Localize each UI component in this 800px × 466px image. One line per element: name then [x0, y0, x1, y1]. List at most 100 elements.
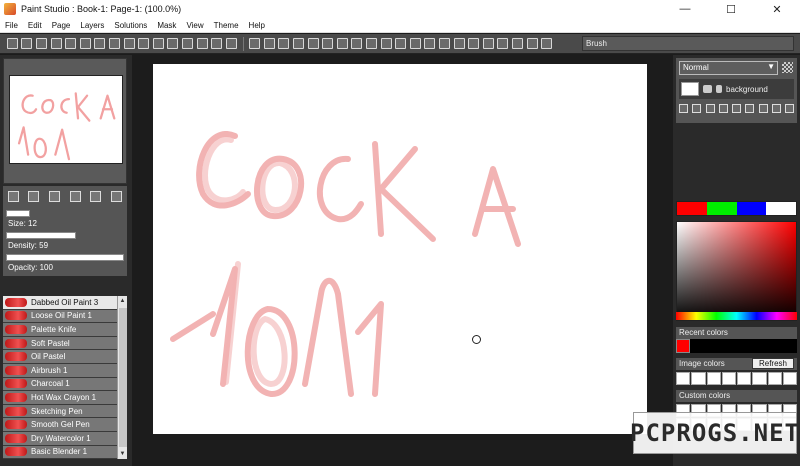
line-tool-icon[interactable] — [307, 38, 319, 49]
brush-list-item[interactable]: Hot Wax Crayon 1 — [3, 391, 117, 405]
navigator-preview[interactable] — [9, 75, 123, 164]
brush-list-item[interactable]: Dry Watercolor 1 — [3, 431, 117, 446]
copy-icon[interactable] — [138, 38, 150, 49]
menu-view[interactable]: View — [181, 21, 208, 30]
menu-solutions[interactable]: Solutions — [109, 21, 152, 30]
color-cell[interactable] — [706, 372, 721, 385]
brush-list-item[interactable]: Oil Pastel — [3, 350, 117, 364]
brush-save-icon[interactable] — [69, 190, 81, 202]
minimize-button[interactable]: — — [662, 0, 708, 18]
brush-list-item[interactable]: Dabbed Oil Paint 3 — [3, 296, 117, 310]
clone-icon[interactable] — [439, 38, 451, 49]
recent-color-swatch[interactable] — [676, 339, 690, 353]
save-icon[interactable] — [6, 38, 18, 49]
paste-icon[interactable] — [152, 38, 164, 49]
hue-slider[interactable] — [676, 312, 797, 320]
gradient-icon[interactable] — [380, 38, 392, 49]
menu-file[interactable]: File — [0, 21, 23, 30]
blur-icon[interactable] — [468, 38, 480, 49]
brush-list-item[interactable]: Charcoal 1 — [3, 377, 117, 392]
drawing-canvas[interactable] — [153, 64, 647, 434]
redo-icon[interactable] — [181, 38, 193, 49]
lasso-icon[interactable] — [322, 38, 334, 49]
delete-layer-icon[interactable] — [732, 104, 741, 113]
smudge-icon[interactable] — [453, 38, 465, 49]
move-icon[interactable] — [293, 38, 305, 49]
brush-key-icon[interactable] — [49, 190, 61, 202]
scroll-up-icon[interactable]: ▲ — [118, 296, 127, 306]
print-icon[interactable] — [94, 38, 106, 49]
text-icon[interactable] — [497, 38, 509, 49]
copy-layer-icon[interactable] — [705, 104, 715, 113]
color-cell[interactable] — [721, 372, 736, 385]
size-slider[interactable] — [6, 210, 30, 217]
new-page-icon[interactable] — [35, 38, 47, 49]
brush-refresh-icon[interactable] — [28, 190, 40, 202]
refresh-button[interactable]: Refresh — [752, 358, 794, 369]
export-icon[interactable] — [65, 38, 77, 49]
menu-theme[interactable]: Theme — [209, 21, 244, 30]
brush-preset-icon[interactable] — [108, 38, 120, 49]
color-swatch[interactable] — [736, 202, 767, 215]
close-button[interactable]: ✕ — [754, 0, 800, 18]
open-page-icon[interactable] — [50, 38, 62, 49]
density-slider[interactable] — [6, 232, 76, 239]
menu-edit[interactable]: Edit — [23, 21, 47, 30]
cut-icon[interactable] — [123, 38, 135, 49]
menu-page[interactable]: Page — [47, 21, 76, 30]
brush-settings-icon[interactable] — [111, 190, 123, 202]
opacity-slider[interactable] — [6, 254, 124, 261]
sharpen-icon[interactable] — [482, 38, 494, 49]
layer-row[interactable]: background — [679, 79, 794, 99]
brush-list-item[interactable]: Loose Oil Paint 1 — [3, 309, 117, 324]
visibility-eye-icon[interactable] — [703, 85, 712, 93]
color-swatch[interactable] — [706, 202, 737, 215]
blend-mode-select[interactable]: Normal ▼ — [679, 61, 778, 75]
color-cell[interactable] — [676, 372, 691, 385]
zoom-in-icon[interactable] — [211, 38, 223, 49]
duplicate-layer-icon[interactable] — [692, 104, 702, 113]
brush-lock-icon[interactable] — [90, 190, 102, 202]
save-as-icon[interactable] — [21, 38, 33, 49]
move-layer-up-icon[interactable] — [745, 104, 755, 113]
undo-icon[interactable] — [167, 38, 179, 49]
color-cell[interactable] — [737, 372, 752, 385]
brush-list-item[interactable]: Soft Pastel — [3, 336, 117, 351]
view-icon[interactable] — [409, 38, 421, 49]
eyedropper-icon[interactable] — [263, 38, 275, 49]
scroll-down-icon[interactable]: ▼ — [118, 449, 127, 459]
menu-mask[interactable]: Mask — [152, 21, 181, 30]
brush-list-item[interactable]: Airbrush 1 — [3, 363, 117, 378]
brush-list-item[interactable]: Sketching Pen — [3, 404, 117, 419]
transparency-icon[interactable] — [782, 62, 793, 73]
crop-icon[interactable] — [278, 38, 290, 49]
fill-icon[interactable] — [395, 38, 407, 49]
color-picker[interactable] — [676, 221, 797, 321]
brush-open-icon[interactable] — [7, 190, 19, 202]
layer-properties-icon[interactable] — [718, 104, 728, 113]
layer-options-icon[interactable] — [785, 104, 794, 113]
color-cell[interactable] — [767, 372, 782, 385]
color-swatch[interactable] — [677, 202, 707, 215]
rectangle-icon[interactable] — [336, 38, 348, 49]
add-layer-icon[interactable] — [679, 104, 688, 113]
maximize-button[interactable]: ☐ — [708, 0, 754, 18]
import-icon[interactable] — [79, 38, 91, 49]
layer-lock-icon[interactable] — [716, 85, 722, 93]
mask-icon[interactable] — [424, 38, 436, 49]
color-cell[interactable] — [782, 372, 797, 385]
polygon-icon[interactable] — [366, 38, 378, 49]
menu-layers[interactable]: Layers — [75, 21, 109, 30]
layer-menu-icon[interactable] — [771, 104, 781, 113]
scroll-thumb[interactable] — [119, 308, 127, 447]
ellipse-icon[interactable] — [351, 38, 363, 49]
color-cell[interactable] — [691, 372, 706, 385]
brush-list-item[interactable]: Palette Knife — [3, 323, 117, 337]
merge-layers-icon[interactable] — [758, 104, 768, 113]
hand-icon[interactable] — [511, 38, 523, 49]
brush-list-scrollbar[interactable]: ▲ ▼ — [117, 296, 127, 459]
zoom-out-icon[interactable] — [225, 38, 237, 49]
color-cell[interactable] — [752, 372, 767, 385]
stamp-icon[interactable] — [526, 38, 538, 49]
settings-icon[interactable] — [541, 38, 553, 49]
